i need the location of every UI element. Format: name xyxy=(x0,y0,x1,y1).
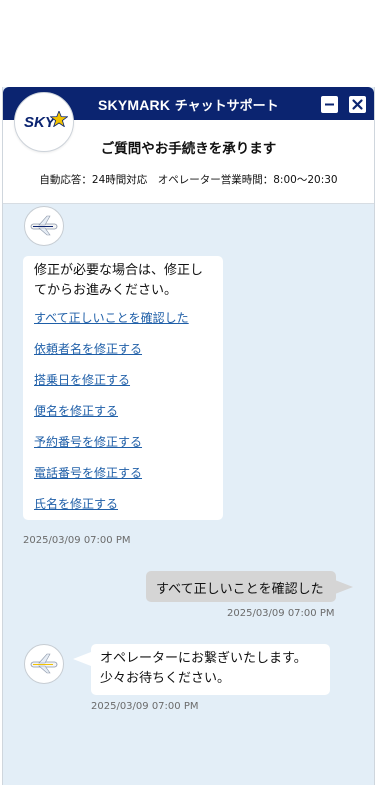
star-icon xyxy=(50,111,68,127)
operator-message-text: 修正が必要な場合は、修正してからお進みください。 xyxy=(34,263,204,298)
chat-title-suffix: チャットサポート xyxy=(170,99,279,114)
airplane-icon xyxy=(30,653,58,674)
edit-name-link[interactable]: 氏名を修正する xyxy=(34,497,118,511)
minimize-icon xyxy=(325,103,334,106)
edit-phone-number-link[interactable]: 電話番号を修正する xyxy=(34,466,142,480)
operator-message-bubble: オペレーターにお繋ぎいたします。 少々お待ちください。 xyxy=(91,644,330,695)
airplane-icon xyxy=(30,215,58,236)
minimize-button[interactable] xyxy=(321,96,338,113)
edit-flight-number-link[interactable]: 便名を修正する xyxy=(34,404,118,418)
edit-boarding-date-link[interactable]: 搭乗日を修正する xyxy=(34,373,130,387)
edit-requester-name-link[interactable]: 依頼者名を修正する xyxy=(34,342,142,356)
edit-reservation-number-link[interactable]: 予約番号を修正する xyxy=(34,435,142,449)
skymark-logo: SKY xyxy=(14,92,74,152)
chat-title: SKYMARK チャットサポート xyxy=(98,95,279,114)
close-button[interactable] xyxy=(349,96,366,113)
user-message-text: すべて正しいことを確認した xyxy=(156,582,324,597)
brand-name: SKYMARK xyxy=(98,97,171,113)
message-timestamp: 2025/03/09 07:00 PM xyxy=(227,608,335,619)
chat-widget: SKYMARK チャットサポート ご質問やお手続きを承ります 自動応答：24時間… xyxy=(2,87,375,785)
operator-avatar xyxy=(24,206,64,246)
operator-bubble-tail xyxy=(73,652,91,666)
user-bubble-tail xyxy=(335,580,353,594)
support-hours: 自動応答：24時間対応 オペレーター営業時間：8:00〜20:30 xyxy=(39,174,338,186)
message-timestamp: 2025/03/09 07:00 PM xyxy=(23,535,131,546)
operator-message-line-2: 少々お待ちください。 xyxy=(100,671,231,686)
close-icon xyxy=(352,99,363,110)
user-message-bubble: すべて正しいことを確認した xyxy=(146,571,336,602)
operator-message-bubble: 修正が必要な場合は、修正してからお進みください。 すべて正しいことを確認した 依… xyxy=(23,256,223,520)
message-timestamp: 2025/03/09 07:00 PM xyxy=(91,701,199,712)
confirm-all-correct-link[interactable]: すべて正しいことを確認した xyxy=(34,311,189,325)
operator-avatar xyxy=(24,644,64,684)
operator-message-line-1: オペレーターにお繋ぎいたします。 xyxy=(100,651,307,666)
